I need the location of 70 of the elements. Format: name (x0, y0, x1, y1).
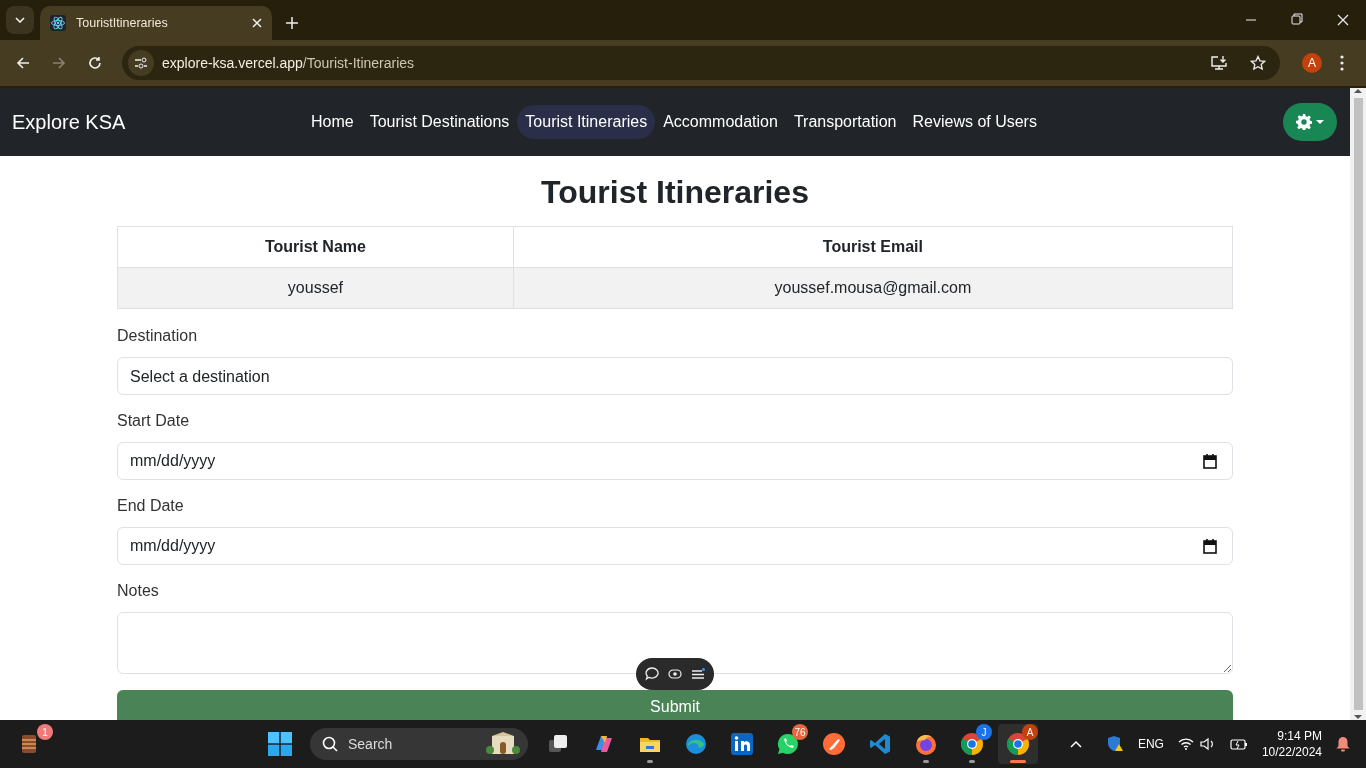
close-icon[interactable] (252, 18, 262, 28)
url-text: explore-ksa.vercel.app/Tourist-Itineraries (162, 55, 416, 71)
chevron-down-icon (15, 17, 25, 23)
taskbar-app[interactable]: A (998, 724, 1038, 764)
table-cell: youssef.mousa@gmail.com (513, 267, 1233, 309)
submit-button[interactable]: Submit (117, 690, 1233, 720)
column-header: Tourist Email (513, 226, 1233, 268)
search-icon (322, 736, 338, 752)
field-label: Destination (117, 326, 199, 346)
speech-bubble-icon[interactable] (645, 667, 659, 681)
field-label: Start Date (117, 411, 191, 431)
clock-date[interactable]: 10/22/2024 (1261, 744, 1322, 760)
weather-widget-icon[interactable] (22, 735, 36, 753)
nav-link[interactable]: Tourist Destinations (361, 105, 518, 139)
sliders-icon[interactable] (134, 57, 148, 69)
column-header: Tourist Name (117, 226, 514, 268)
linkedin-icon[interactable] (731, 733, 753, 755)
code-editor-icon[interactable] (868, 732, 892, 756)
more-menu-icon[interactable] (1340, 55, 1344, 71)
field-label: Notes (117, 581, 160, 601)
back-arrow-icon[interactable] (16, 56, 30, 70)
chevron-up-icon[interactable] (1069, 740, 1082, 748)
eye-icon[interactable] (668, 669, 682, 679)
bell-icon[interactable] (1336, 736, 1350, 752)
nav-link[interactable]: Accommodation (655, 105, 786, 139)
table-cell: youssef (117, 267, 514, 309)
field-label: End Date (117, 496, 185, 516)
settings-icon (1296, 114, 1312, 130)
star-icon[interactable] (1250, 55, 1266, 71)
nav-link[interactable]: Home (303, 105, 362, 139)
wifi-icon[interactable] (1177, 738, 1194, 750)
nav-link[interactable]: Tourist Itineraries (517, 105, 656, 139)
search-field[interactable]: Search (310, 728, 528, 760)
browser-tab[interactable]: TouristItineraries (40, 6, 272, 40)
language-indicator[interactable]: ENG (1137, 737, 1164, 751)
date-input[interactable]: mm/dd/yyyy (117, 442, 1233, 480)
calendar-icon[interactable] (1203, 454, 1217, 469)
install-icon[interactable] (1210, 55, 1228, 71)
browser-icon[interactable] (684, 732, 708, 756)
windows-start-icon[interactable] (268, 732, 292, 756)
speaker-icon[interactable] (1199, 737, 1216, 751)
date-input[interactable]: mm/dd/yyyy (117, 527, 1233, 565)
nav-link[interactable]: Transportation (785, 105, 905, 139)
nav-link[interactable]: Reviews of Users (904, 105, 1045, 139)
profile-avatar[interactable]: A (1302, 53, 1322, 73)
destination-select[interactable]: Select a destination (117, 357, 1233, 395)
caret-icon (1316, 120, 1324, 124)
page-title: Tourist Itineraries (540, 173, 810, 211)
address-bar[interactable]: explore-ksa.vercel.app/Tourist-Itineraries (122, 46, 1280, 80)
calendar-icon[interactable] (1203, 539, 1217, 554)
tab-title: TouristItineraries (76, 16, 169, 30)
settings-dropdown-button[interactable] (1283, 103, 1337, 141)
reload-icon[interactable] (88, 56, 102, 70)
clock-time[interactable]: 9:14 PM (1261, 728, 1322, 744)
atom-icon (50, 15, 66, 31)
shield-warning-icon[interactable] (1105, 735, 1124, 753)
notification-badge: 1 (37, 724, 53, 740)
plus-icon[interactable] (286, 17, 298, 29)
app-badge: 76 (792, 724, 808, 740)
forward-arrow-icon[interactable] (52, 56, 66, 70)
scrollbar[interactable] (1350, 88, 1366, 720)
chrome-icon[interactable] (960, 732, 984, 756)
taskbar-app[interactable]: J (952, 724, 992, 764)
app-badge: A (1022, 724, 1038, 740)
building-icon (486, 732, 520, 756)
site-brand[interactable]: Explore KSA (12, 110, 126, 134)
app-badge: J (976, 724, 992, 740)
tab-list-button[interactable] (6, 6, 34, 34)
menu-icon[interactable] (691, 668, 705, 680)
battery-icon[interactable] (1229, 738, 1248, 750)
